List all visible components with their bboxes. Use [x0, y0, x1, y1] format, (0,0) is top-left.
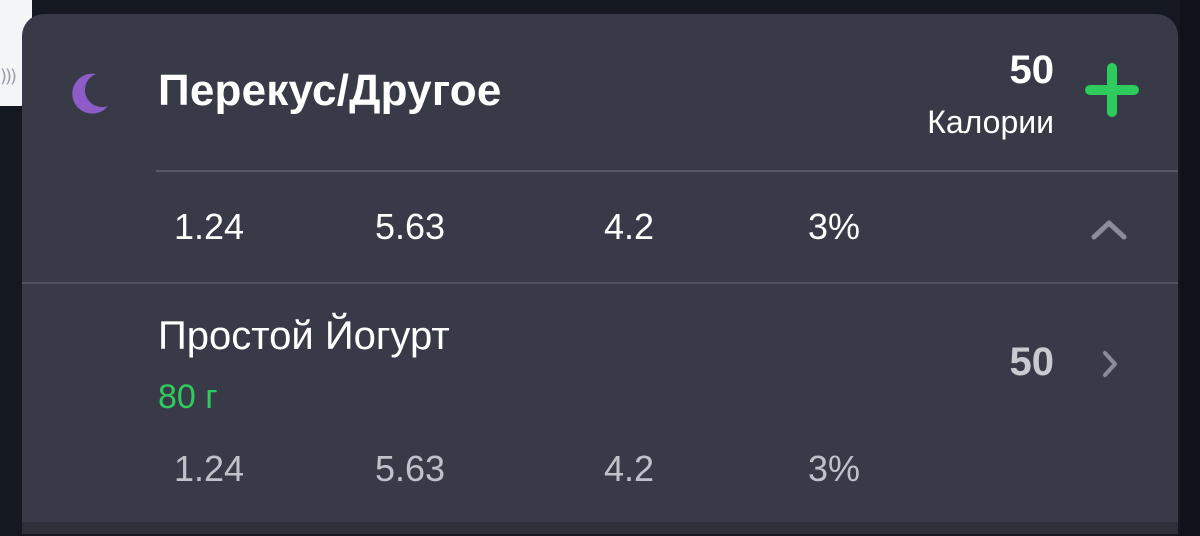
summary-value-2: 5.63: [375, 206, 446, 247]
chevron-up-icon[interactable]: [1090, 218, 1128, 240]
food-calories: 50: [1009, 340, 1055, 384]
sound-waves-icon: ))): [0, 66, 17, 87]
meal-card: Перекус/Другое 50 Калории 1.24 5.63 4.2 …: [22, 14, 1178, 534]
food-value-1: 1.24: [174, 448, 245, 489]
meal-calories-value: 50: [1009, 48, 1055, 92]
next-section-edge: [22, 522, 1178, 534]
meal-calories-label: Калории: [927, 104, 1054, 140]
food-value-3: 4.2: [604, 448, 655, 489]
meal-title: Перекус/Другое: [158, 66, 502, 115]
summary-value-4: 3%: [808, 206, 861, 247]
food-value-4: 3%: [808, 448, 861, 489]
food-amount: 80 г: [158, 378, 218, 416]
summary-value-3: 4.2: [604, 206, 655, 247]
chevron-right-icon: [1103, 351, 1117, 377]
meal-summary-row: 1.24 5.63 4.2 3%: [22, 172, 1178, 282]
food-value-2: 5.63: [375, 448, 446, 489]
background-edge: [1180, 0, 1200, 536]
moon-icon: [72, 73, 108, 114]
food-name: Простой Йогурт: [158, 314, 450, 358]
plus-icon[interactable]: [1082, 60, 1142, 120]
food-item[interactable]: Простой Йогурт 80 г 50 1.24 5.63 4.2 3%: [22, 284, 1178, 520]
summary-value-1: 1.24: [174, 206, 245, 247]
